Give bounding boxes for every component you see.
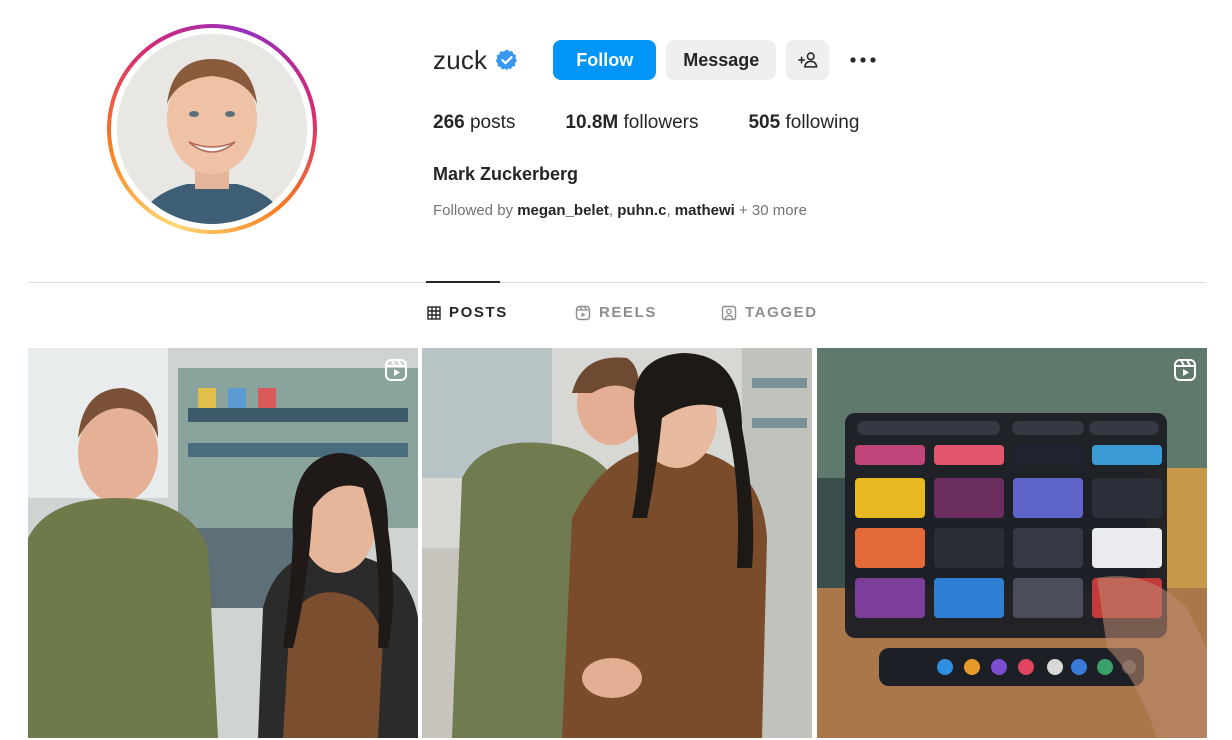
more-options-button[interactable] (843, 40, 883, 80)
tab-tagged[interactable]: TAGGED (721, 304, 818, 321)
post-image (422, 348, 812, 738)
followed-by-user: megan_belet (517, 202, 609, 219)
active-tab-indicator (426, 281, 500, 283)
posts-count: 266 (433, 112, 465, 133)
more-options-icon (850, 57, 876, 63)
grid-icon (427, 305, 441, 320)
tab-reels-label: REELS (599, 304, 658, 321)
tab-posts[interactable]: POSTS (427, 304, 508, 321)
following-stat[interactable]: 505 following (748, 112, 859, 134)
followed-by[interactable]: Followed by megan_belet, puhn.c, mathewi… (433, 202, 909, 219)
followers-count: 10.8M (565, 112, 619, 133)
avatar-gap (111, 28, 313, 230)
tab-posts-label: POSTS (449, 304, 508, 321)
post-tile[interactable] (817, 348, 1207, 738)
follow-button[interactable]: Follow (553, 40, 657, 80)
followed-by-user: puhn.c (617, 202, 667, 219)
profile-tabs: POSTS REELS TAGGED (0, 304, 1232, 328)
tab-reels[interactable]: REELS (575, 304, 657, 321)
followed-by-prefix: Followed by (433, 202, 514, 219)
divider (28, 282, 1206, 283)
post-image (28, 348, 418, 738)
post-image (817, 348, 1207, 738)
profile-stats: 266 posts 10.8M followers 505 following (433, 112, 909, 134)
tagged-icon (721, 305, 737, 320)
profile-avatar-ring[interactable] (107, 24, 317, 234)
followers-label: followers (623, 112, 699, 133)
reel-badge-icon (385, 359, 407, 381)
reels-icon (575, 305, 591, 320)
following-label: following (785, 112, 860, 133)
followed-by-suffix: + 30 more (738, 202, 807, 219)
following-count: 505 (748, 112, 781, 133)
verified-badge-icon (495, 49, 518, 71)
avatar[interactable] (117, 34, 307, 224)
title-row: zuck Follow Message (433, 40, 909, 80)
followed-by-user: mathewi (674, 202, 735, 219)
posts-label: posts (469, 112, 516, 133)
full-name: Mark Zuckerberg (433, 164, 579, 184)
avatar-image (117, 34, 307, 224)
post-tile[interactable] (422, 348, 812, 738)
post-tile[interactable] (28, 348, 418, 738)
add-user-icon (797, 52, 818, 68)
reel-badge-icon (1174, 359, 1196, 381)
posts-stat: 266 posts (433, 112, 515, 134)
username: zuck (433, 44, 488, 75)
profile-header: zuck Follow Message 266 posts 10.8M foll… (433, 40, 909, 219)
followers-stat[interactable]: 10.8M followers (565, 112, 698, 134)
tab-tagged-label: TAGGED (745, 304, 818, 321)
message-button[interactable]: Message (666, 40, 777, 80)
add-user-button[interactable] (786, 40, 830, 80)
